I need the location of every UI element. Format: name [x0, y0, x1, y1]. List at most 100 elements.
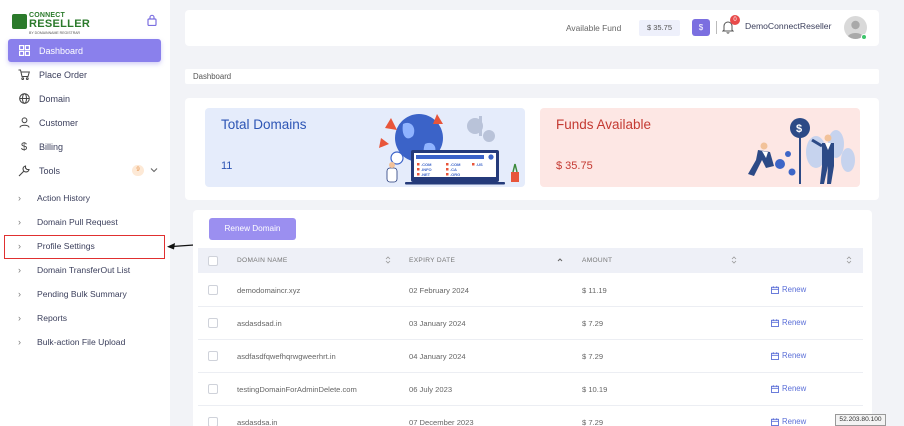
expiry-date-cell: 04 January 2024: [409, 352, 466, 361]
total-domains-card[interactable]: Total Domains 11 .COM .COM .US .INFO .CA…: [205, 108, 525, 187]
breadcrumb-item[interactable]: Dashboard: [193, 72, 231, 81]
globe-icon: [17, 92, 31, 106]
chevron-right-icon: ›: [18, 193, 21, 203]
sidebar-item-label: Dashboard: [39, 45, 84, 56]
chevron-right-icon: ›: [18, 217, 21, 227]
sidebar-item-tools[interactable]: Tools 9: [8, 159, 161, 182]
calendar-icon: [771, 318, 779, 327]
row-checkbox[interactable]: [208, 285, 218, 295]
calendar-icon: [771, 285, 779, 294]
domain-name-cell: demodomaincr.xyz: [237, 286, 301, 295]
renew-label: Renew: [782, 351, 807, 360]
domain-name-cell: asdasdsad.in: [237, 319, 282, 328]
lock-icon[interactable]: [147, 14, 157, 26]
sidebar-subitem-action-history[interactable]: › Action History: [18, 188, 90, 208]
expiry-date-cell: 02 February 2024: [409, 286, 469, 295]
sidebar-subitem-domain-transferout-list[interactable]: › Domain TransferOut List: [18, 260, 130, 280]
column-header-expiry-date[interactable]: EXPIRY DATE: [409, 257, 455, 264]
table-header: DOMAIN NAME EXPIRY DATE AMOUNT: [198, 248, 863, 273]
funds-available-card[interactable]: Funds Available $ 35.75 $: [540, 108, 860, 187]
renew-link[interactable]: Renew: [771, 285, 806, 294]
sidebar-item-label: Customer: [39, 117, 79, 128]
available-fund-value: $ 35.75: [639, 20, 680, 36]
chevron-right-icon: ›: [18, 313, 21, 323]
wrench-icon: [17, 164, 31, 178]
logo-line-2: RESELLER: [29, 18, 91, 30]
sort-asc-icon[interactable]: [557, 255, 563, 265]
renew-link[interactable]: Renew: [771, 351, 806, 360]
sidebar-item-place-order[interactable]: Place Order: [8, 63, 161, 86]
chevron-right-icon: ›: [18, 289, 21, 299]
sort-icon[interactable]: [846, 255, 852, 265]
online-status-dot: [861, 34, 867, 40]
amount-cell: $ 10.19: [582, 385, 608, 394]
renew-link[interactable]: Renew: [771, 417, 806, 426]
sidebar-item-billing[interactable]: $ Billing: [8, 135, 161, 158]
row-checkbox[interactable]: [208, 351, 218, 361]
sidebar-item-domain[interactable]: Domain: [8, 87, 161, 110]
renew-link[interactable]: Renew: [771, 384, 806, 393]
user-icon: [17, 116, 31, 130]
row-checkbox[interactable]: [208, 417, 218, 426]
sidebar-subitem-label: Domain TransferOut List: [37, 265, 131, 275]
domain-ext-label: .NET: [421, 172, 431, 177]
domain-name-cell: asdasdsa.in: [237, 418, 278, 426]
column-header-domain-name[interactable]: DOMAIN NAME: [237, 257, 288, 264]
ip-address-tag: 52.203.80.100: [835, 414, 886, 426]
tools-count-badge: 9: [132, 165, 144, 176]
domain-ext-label: .US: [476, 162, 483, 167]
sidebar-subitem-bulk-action-file-upload[interactable]: › Bulk-action File Upload: [18, 332, 125, 352]
row-checkbox[interactable]: [208, 318, 218, 328]
sidebar-item-label: Domain: [39, 93, 71, 104]
sort-icon[interactable]: [731, 255, 737, 265]
amount-cell: $ 11.19: [582, 286, 607, 295]
select-all-checkbox[interactable]: [208, 256, 218, 266]
table-row: asdasdsa.in 07 December 2023 $ 7.29 Rene…: [198, 406, 863, 426]
available-fund-label: Available Fund: [566, 23, 622, 33]
chevron-down-icon[interactable]: [150, 166, 158, 174]
total-domains-value: 11: [221, 160, 233, 172]
funds-available-title: Funds Available: [556, 117, 652, 132]
renew-domain-button[interactable]: Renew Domain: [209, 218, 296, 240]
renew-link[interactable]: Renew: [771, 318, 806, 327]
sidebar-item-customer[interactable]: Customer: [8, 111, 161, 134]
chevron-right-icon: ›: [18, 265, 21, 275]
add-fund-button[interactable]: $: [692, 19, 710, 36]
renew-label: Renew: [782, 318, 807, 327]
top-bar: Available Fund $ 35.75 $ 0 DemoConnectRe…: [185, 10, 879, 46]
amount-cell: $ 7.29: [582, 319, 604, 328]
username[interactable]: DemoConnectReseller: [745, 21, 831, 31]
logo-line-3: BY DOMAINNAME REGISTRAR: [29, 31, 81, 35]
column-header-amount[interactable]: AMOUNT: [582, 257, 612, 264]
sidebar-item-label: Tools: [39, 165, 61, 176]
amount-cell: $ 7.29: [582, 418, 604, 426]
renew-label: Renew: [782, 285, 807, 294]
funds-available-value: $ 35.75: [556, 160, 593, 172]
svg-text:$: $: [796, 123, 802, 135]
row-checkbox[interactable]: [208, 384, 218, 394]
sidebar-subitem-domain-pull-request[interactable]: › Domain Pull Request: [18, 212, 118, 232]
domains-illustration: .COM .COM .US .INFO .CA .NET .ORG: [379, 114, 519, 185]
domain-ext-label: .ORG: [450, 172, 460, 177]
total-domains-title: Total Domains: [221, 117, 307, 132]
table-row: asdfasdfqwefhqrwgweerhrt.in 04 January 2…: [198, 340, 863, 373]
table-row: demodomaincr.xyz 02 February 2024 $ 11.1…: [198, 274, 863, 307]
sort-icon[interactable]: [385, 255, 391, 265]
sidebar-item-dashboard[interactable]: Dashboard: [8, 39, 161, 62]
sidebar-item-label: Billing: [39, 141, 64, 152]
sidebar-subitem-label: Action History: [37, 193, 91, 203]
expiry-date-cell: 06 July 2023: [409, 385, 453, 394]
connect-reseller-logo[interactable]: CONNECT RESELLER BY DOMAINNAME REGISTRAR: [12, 12, 90, 35]
renew-label: Renew: [782, 384, 807, 393]
expiry-date-cell: 03 January 2024: [409, 319, 466, 328]
grid-icon: [17, 44, 31, 58]
table-row: testingDomainForAdminDelete.com 06 July …: [198, 373, 863, 406]
sidebar-subitem-pending-bulk-summary[interactable]: › Pending Bulk Summary: [18, 284, 127, 304]
domains-table-section: Renew Domain DOMAIN NAME EXPIRY DATE AMO…: [193, 210, 872, 426]
sidebar-subitem-reports[interactable]: › Reports: [18, 308, 67, 328]
calendar-icon: [771, 417, 779, 426]
calendar-icon: [771, 384, 779, 393]
dollar-icon: $: [20, 140, 28, 153]
table-row: asdasdsad.in 03 January 2024 $ 7.29 Rene…: [198, 307, 863, 340]
cart-icon: [17, 68, 31, 82]
